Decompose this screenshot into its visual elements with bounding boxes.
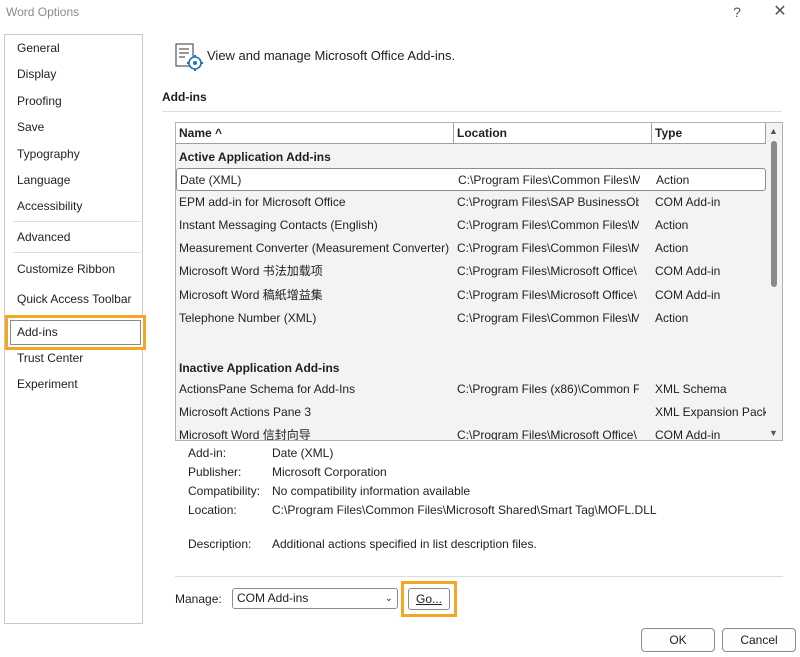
cell-location: C:\Program Files\Common Files\M (457, 218, 639, 232)
table-row[interactable]: Instant Messaging Contacts (English) C:\… (176, 214, 766, 237)
section-title: Add-ins (162, 90, 207, 104)
cell-type: Action (655, 241, 689, 255)
column-header-name[interactable]: Name ^ (176, 123, 454, 144)
table-row[interactable]: Measurement Converter (Measurement Conve… (176, 237, 766, 260)
sidebar-item-save[interactable]: Save (17, 120, 44, 134)
sidebar-item-add-ins[interactable]: Add-ins (17, 325, 58, 339)
cell-name: Telephone Number (XML) (179, 311, 317, 325)
table-scrollbar[interactable]: ▲ ▼ (766, 123, 782, 440)
sidebar-item-quick-access-toolbar[interactable]: Quick Access Toolbar (17, 292, 132, 306)
addins-table: Name ^ Location Type Active Application … (175, 122, 783, 441)
cell-name: Microsoft Word 书法加载项 (179, 264, 323, 278)
cell-location: C:\Program Files\Microsoft Office\ (457, 288, 637, 302)
cell-type: Action (656, 173, 690, 187)
group-header-active: Active Application Add-ins (179, 150, 331, 164)
detail-label-addin: Add-in: (188, 446, 227, 460)
table-row[interactable]: EPM add-in for Microsoft Office C:\Progr… (176, 191, 766, 214)
cell-name: EPM add-in for Microsoft Office (179, 195, 346, 209)
table-row[interactable]: Microsoft Word 书法加载项 C:\Program Files\Mi… (176, 260, 766, 283)
detail-label-location: Location: (188, 503, 237, 517)
sidebar-item-trust-center[interactable]: Trust Center (17, 351, 83, 365)
title-bar: Word Options ? ✕ (0, 0, 800, 28)
sidebar-item-advanced[interactable]: Advanced (17, 230, 70, 244)
cell-name: ActionsPane Schema for Add-Ins (179, 382, 356, 396)
sidebar-divider (13, 221, 141, 222)
manage-divider (175, 576, 783, 577)
cell-location: C:\Program Files\Common Files\M (457, 241, 639, 255)
sidebar-item-experiment[interactable]: Experiment (17, 377, 78, 391)
go-button[interactable]: Go... (408, 588, 450, 610)
cell-location: C:\Program Files\Microsoft Office\ (457, 264, 637, 278)
sidebar-item-proofing[interactable]: Proofing (17, 94, 62, 108)
cancel-button[interactable]: Cancel (722, 628, 796, 652)
cell-type: COM Add-in (655, 264, 721, 278)
manage-dropdown-value: COM Add-ins (237, 591, 309, 605)
sidebar-item-language[interactable]: Language (17, 173, 70, 187)
detail-value-addin: Date (XML) (272, 446, 334, 460)
detail-label-description: Description: (188, 537, 252, 551)
sidebar-divider (13, 252, 141, 253)
column-header-location[interactable]: Location (454, 123, 652, 144)
table-row[interactable]: Date (XML) C:\Program Files\Common Files… (176, 168, 766, 191)
detail-value-description: Additional actions specified in list des… (272, 537, 537, 551)
addins-panel: View and manage Microsoft Office Add-ins… (160, 34, 790, 624)
sidebar-item-accessibility[interactable]: Accessibility (17, 199, 82, 213)
ok-button[interactable]: OK (641, 628, 715, 652)
cell-name: Instant Messaging Contacts (English) (179, 218, 378, 232)
table-row[interactable]: Microsoft Word 信封向导 C:\Program Files\Mic… (176, 424, 766, 441)
sidebar-item-typography[interactable]: Typography (17, 147, 80, 161)
detail-label-publisher: Publisher: (188, 465, 242, 479)
cell-type: COM Add-in (655, 428, 721, 441)
detail-value-location: C:\Program Files\Common Files\Microsoft … (272, 503, 657, 517)
cell-type: COM Add-in (655, 288, 721, 302)
scroll-up-icon[interactable]: ▲ (769, 126, 778, 136)
cell-type: COM Add-in (655, 195, 721, 209)
scroll-down-icon[interactable]: ▼ (769, 428, 778, 438)
close-icon[interactable]: ✕ (765, 2, 795, 22)
detail-label-compatibility: Compatibility: (188, 484, 261, 498)
chevron-down-icon: ⌄ (384, 593, 393, 604)
group-header-inactive: Inactive Application Add-ins (179, 361, 340, 375)
sidebar-item-customize-ribbon[interactable]: Customize Ribbon (17, 262, 115, 276)
addins-gear-icon (175, 43, 203, 71)
sidebar-item-display[interactable]: Display (17, 67, 56, 81)
table-row[interactable]: Microsoft Actions Pane 3 XML Expansion P… (176, 401, 769, 424)
column-header-type[interactable]: Type (652, 123, 766, 144)
window-title: Word Options (6, 5, 80, 19)
cell-type: XML Expansion Pack (655, 405, 769, 419)
cell-name: Measurement Converter (Measurement Conve… (179, 241, 450, 255)
detail-value-compatibility: No compatibility information available (272, 484, 471, 498)
cell-location: C:\Program Files (x86)\Common Fi (457, 382, 639, 396)
section-divider (162, 111, 782, 112)
cell-location: C:\Program Files\Microsoft Office\ (457, 428, 637, 441)
scroll-thumb[interactable] (771, 141, 777, 287)
table-row[interactable]: Telephone Number (XML) C:\Program Files\… (176, 307, 766, 330)
page-heading: View and manage Microsoft Office Add-ins… (207, 48, 456, 63)
help-icon[interactable]: ? (722, 2, 752, 22)
cell-name: Date (XML) (180, 173, 242, 187)
cell-type: XML Schema (655, 382, 727, 396)
cell-name: Microsoft Word 稿紙增益集 (179, 288, 323, 302)
cell-location: C:\Program Files\SAP BusinessObj (457, 195, 639, 209)
manage-label: Manage: (175, 592, 222, 606)
cell-name: Microsoft Actions Pane 3 (179, 405, 312, 419)
cell-type: Action (655, 311, 689, 325)
table-row[interactable]: ActionsPane Schema for Add-Ins C:\Progra… (176, 378, 766, 401)
cell-name: Microsoft Word 信封向导 (179, 428, 311, 441)
detail-value-publisher: Microsoft Corporation (272, 465, 387, 479)
table-row[interactable]: Microsoft Word 稿紙增益集 C:\Program Files\Mi… (176, 284, 766, 307)
sidebar-item-general[interactable]: General (17, 41, 60, 55)
go-button-highlight: Go... (401, 581, 457, 617)
manage-dropdown[interactable]: COM Add-ins ⌄ (232, 588, 398, 609)
cell-location: C:\Program Files\Common Files\M (458, 173, 640, 187)
options-sidebar: General Display Proofing Save Typography… (4, 34, 146, 624)
cell-location: C:\Program Files\Common Files\M (457, 311, 639, 325)
cell-type: Action (655, 218, 689, 232)
